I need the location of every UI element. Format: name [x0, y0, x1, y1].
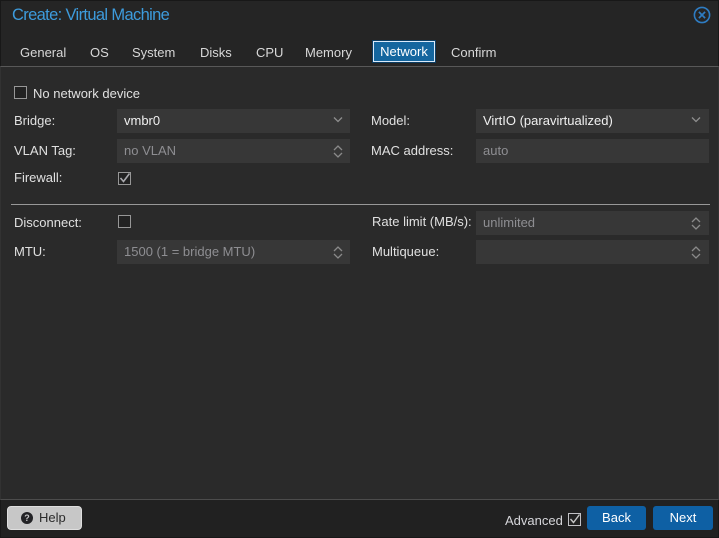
- svg-text:?: ?: [24, 513, 30, 523]
